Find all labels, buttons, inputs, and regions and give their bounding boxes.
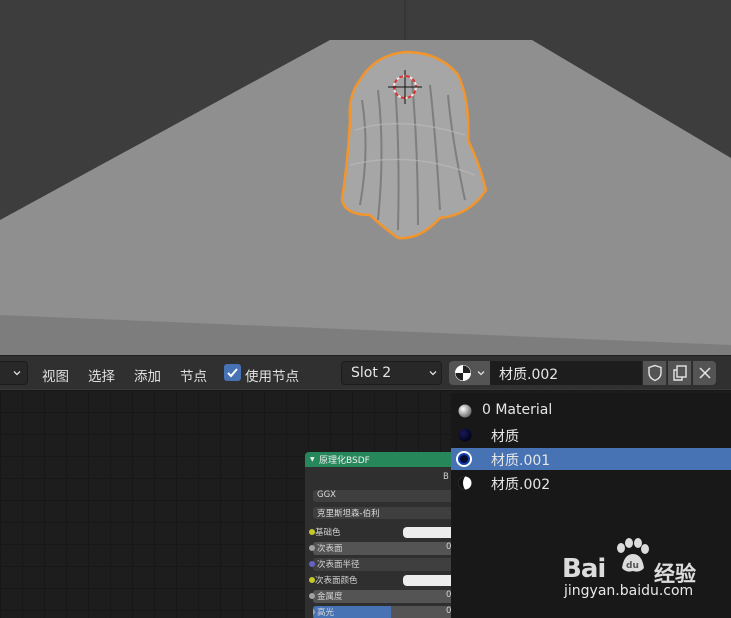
input-label: 基础色: [315, 528, 341, 538]
material-preview-icon: [456, 451, 472, 467]
shield-icon: [648, 364, 662, 382]
subsurface-method-value: 克里斯坦森-伯利: [317, 509, 380, 519]
node-input-subsurface-color[interactable]: 次表面颜色: [309, 574, 463, 587]
duplicate-icon: [673, 365, 687, 381]
subsurface-method-dropdown[interactable]: 克里斯坦森-伯利: [313, 507, 458, 519]
use-nodes-checkbox[interactable]: [224, 364, 241, 381]
material-item-label: 材质.001: [491, 453, 551, 469]
node-input-subsurface[interactable]: 次表面 0.: [309, 542, 458, 555]
input-label: 次表面半径: [317, 560, 360, 570]
vector-socket[interactable]: [309, 561, 315, 567]
material-item[interactable]: 0 Material: [451, 400, 731, 422]
slot-dropdown[interactable]: Slot 2: [341, 361, 442, 385]
material-item-label: 材质: [491, 429, 519, 445]
material-preview-icon: [458, 428, 472, 442]
node-header[interactable]: ▼ 原理化BSDF: [305, 452, 475, 467]
duplicate-material-button[interactable]: [667, 361, 691, 385]
material-preview-icon: [458, 404, 472, 418]
menu-select[interactable]: 选择: [88, 365, 115, 385]
menu-add[interactable]: 添加: [134, 365, 161, 385]
chevron-down-icon: [13, 371, 21, 376]
material-name-value: 材质.002: [499, 367, 559, 383]
material-item-label: 材质.002: [491, 477, 551, 493]
material-item[interactable]: 材质.002: [451, 472, 731, 494]
distribution-dropdown[interactable]: GGX: [313, 490, 458, 502]
menu-view[interactable]: 视图: [42, 365, 69, 385]
node-editor-header: 视图 选择 添加 节点 使用节点 Slot 2 材质.002: [0, 355, 731, 389]
watermark-logo: Bai: [562, 554, 606, 584]
editor-type-dropdown[interactable]: [0, 361, 28, 385]
node-title: 原理化BSDF: [319, 456, 370, 466]
input-label: 金属度: [317, 592, 343, 602]
value-socket[interactable]: [309, 545, 315, 551]
distribution-value: GGX: [317, 490, 336, 500]
input-label: 次表面颜色: [315, 576, 358, 586]
fake-user-button[interactable]: [642, 361, 666, 385]
material-item[interactable]: 材质: [451, 424, 731, 446]
browse-material-button[interactable]: [449, 361, 490, 385]
baidu-jingyan-watermark: du Bai 经验 jingyan.baidu.com: [560, 538, 731, 618]
node-input-base-color[interactable]: 基础色: [309, 526, 463, 539]
unlink-material-button[interactable]: [692, 361, 716, 385]
menu-node[interactable]: 节点: [180, 365, 207, 385]
node-input-specular[interactable]: 高光 0.: [313, 606, 458, 618]
material-sphere-icon: [455, 365, 471, 381]
watermark-url: jingyan.baidu.com: [564, 583, 694, 599]
material-preview-icon: [458, 476, 472, 490]
material-name-field[interactable]: 材质.002: [490, 361, 642, 385]
viewport-scene: [0, 0, 731, 355]
input-label: 高光: [317, 608, 335, 618]
principled-bsdf-node[interactable]: ▼ 原理化BSDF B GGX 克里斯坦森-伯利 基础色 次表面 0. 次表面半…: [305, 452, 475, 618]
close-icon: [699, 367, 711, 379]
node-output-label: B: [443, 472, 449, 482]
chevron-down-icon: [429, 371, 437, 376]
paw-du-text: du: [626, 561, 639, 571]
use-nodes-label[interactable]: 使用节点: [245, 365, 299, 385]
checkmark-icon: [227, 368, 238, 378]
material-item-selected[interactable]: 材质.001: [451, 448, 731, 470]
input-label: 次表面: [317, 544, 343, 554]
baidu-paw-icon: du: [617, 538, 649, 572]
node-input-subsurface-radius[interactable]: 次表面半径: [309, 558, 458, 571]
chevron-down-icon: [477, 371, 485, 376]
material-item-label: 0 Material: [482, 402, 553, 418]
node-input-metallic[interactable]: 金属度 0.: [309, 590, 458, 603]
3d-viewport[interactable]: [0, 0, 731, 355]
collapse-triangle-icon[interactable]: ▼: [310, 456, 315, 463]
slot-value: Slot 2: [351, 365, 392, 381]
value-socket[interactable]: [309, 593, 315, 599]
